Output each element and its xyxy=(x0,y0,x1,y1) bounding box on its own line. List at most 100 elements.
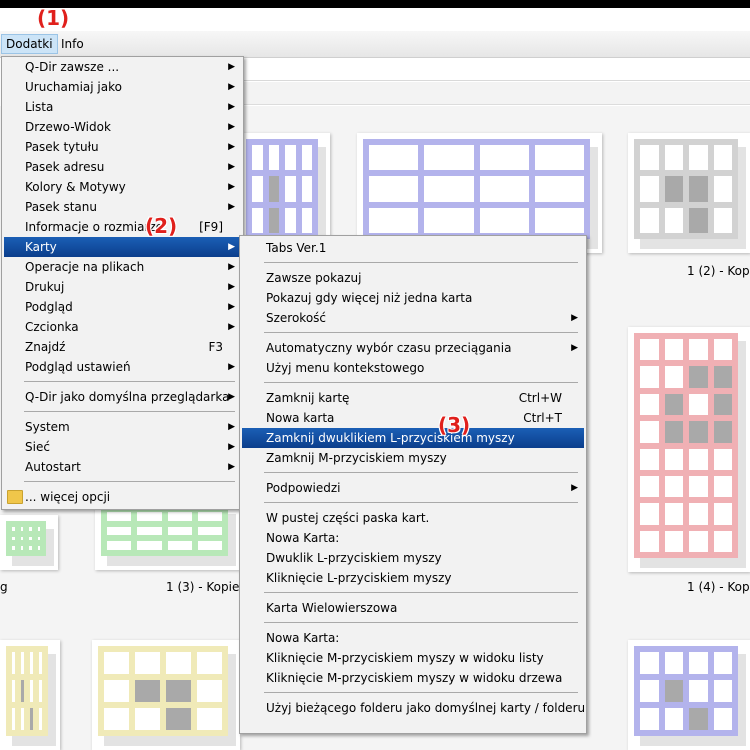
menu-item-label: Q-Dir jako domyślna przeglądarka xyxy=(25,390,230,404)
menu-item[interactable]: Uruchamiaj jako ▶ xyxy=(4,77,241,97)
menu-separator xyxy=(24,381,235,382)
menu-item[interactable]: Użyj bieżącego folderu jako domyślnej ka… xyxy=(242,698,585,718)
submenu-arrow-icon: ▶ xyxy=(228,392,235,402)
menu-item[interactable]: Pasek stanu ▶ xyxy=(4,197,241,217)
thumbnail[interactable] xyxy=(628,133,750,253)
menu-item[interactable]: W pustej części paska kart. xyxy=(242,508,584,528)
menu-item-shortcut: F3 xyxy=(208,340,223,354)
menu-item[interactable]: Pokazuj gdy więcej niż jedna karta xyxy=(242,288,584,308)
menu-item[interactable]: Kliknięcie M-przyciskiem myszy w widoku … xyxy=(242,648,584,668)
menu-separator xyxy=(24,411,235,412)
menu-item-label: Kliknięcie L-przyciskiem myszy xyxy=(266,571,452,585)
menu-item-label: Q-Dir zawsze ... xyxy=(25,60,120,74)
submenu-arrow-icon: ▶ xyxy=(228,442,235,452)
menu-item[interactable]: Karty ▶ xyxy=(4,237,241,257)
menu-item[interactable]: Podgląd ustawień ▶ xyxy=(4,357,241,377)
submenu-arrow-icon: ▶ xyxy=(571,343,578,353)
menu-item[interactable]: Karta Wielowierszowa xyxy=(242,598,584,618)
menu-item-label: Pasek tytułu xyxy=(25,140,99,154)
submenu-arrow-icon: ▶ xyxy=(228,202,235,212)
thumbnail[interactable] xyxy=(95,500,240,570)
menu-item-label: Podpowiedzi xyxy=(266,481,341,495)
menu-item-label: Nowa Karta: xyxy=(266,531,340,545)
menu-item[interactable]: Drzewo-Widok ▶ xyxy=(4,117,241,137)
submenu-arrow-icon: ▶ xyxy=(228,362,235,372)
menu-item[interactable]: Zawsze pokazuj xyxy=(242,268,584,288)
submenu-arrow-icon: ▶ xyxy=(228,322,235,332)
menu-item-label: Karty xyxy=(25,240,57,254)
menu-item[interactable]: Znajdź F3 xyxy=(4,337,241,357)
menu-separator xyxy=(264,692,578,693)
submenu-arrow-icon: ▶ xyxy=(228,262,235,272)
menu-item[interactable]: Nowa karta Ctrl+T xyxy=(242,408,584,428)
karty-submenu: Tabs Ver.1 Zawsze pokazuj Pokazuj gdy więc… xyxy=(239,235,587,734)
menu-item[interactable]: Q-Dir zawsze ... ▶ xyxy=(4,57,241,77)
menu-item[interactable]: Autostart ▶ xyxy=(4,457,241,477)
thumbnail-caption: 1 (2) - Kopie xyxy=(687,264,750,278)
menu-item[interactable]: Nowa Karta: xyxy=(242,628,584,648)
folder-icon xyxy=(7,490,23,504)
menu-item[interactable]: Podpowiedzi ▶ xyxy=(242,478,584,498)
menu-item-label: Czcionka xyxy=(25,320,79,334)
submenu-arrow-icon: ▶ xyxy=(228,62,235,72)
menu-item-shortcut: Ctrl+T xyxy=(523,411,562,425)
menu-item-label: Drukuj xyxy=(25,280,65,294)
menu-item[interactable]: Podgląd ▶ xyxy=(4,297,241,317)
menu-item-label: Pasek adresu xyxy=(25,160,105,174)
menu-item-label: Zamknij kartę xyxy=(266,391,350,405)
menu-item[interactable]: Operacje na plikach ▶ xyxy=(4,257,241,277)
submenu-arrow-icon: ▶ xyxy=(228,422,235,432)
menu-separator xyxy=(264,332,578,333)
menu-item-label: ... więcej opcji xyxy=(25,490,111,504)
thumbnail[interactable] xyxy=(92,640,240,750)
menu-item[interactable]: Zamknij M-przyciskiem myszy xyxy=(242,448,584,468)
menu-bar: Dodatki Info xyxy=(0,31,750,58)
thumbnail[interactable] xyxy=(628,327,750,572)
menu-item[interactable]: Kliknięcie L-przyciskiem myszy xyxy=(242,568,584,588)
menu-item[interactable]: Użyj menu kontekstowego xyxy=(242,358,584,378)
menu-separator xyxy=(264,472,578,473)
menu-item[interactable]: ... więcej opcji xyxy=(4,487,241,507)
menu-item[interactable]: Kliknięcie M-przyciskiem myszy w widoku … xyxy=(242,668,584,688)
submenu-arrow-icon: ▶ xyxy=(228,302,235,312)
menu-item[interactable]: Informacje o rozmiarze [F9] xyxy=(4,217,241,237)
address-bar[interactable] xyxy=(240,58,750,81)
menu-item-label: Zawsze pokazuj xyxy=(266,271,362,285)
thumbnail[interactable] xyxy=(628,640,750,750)
menu-item-label: System xyxy=(25,420,70,434)
submenu-arrow-icon: ▶ xyxy=(228,102,235,112)
menu-item[interactable]: Zamknij dwuklikiem L-przyciskiem myszy xyxy=(242,428,584,448)
menu-item[interactable]: Nowa Karta: xyxy=(242,528,584,548)
menu-dodatki[interactable]: Dodatki xyxy=(1,34,58,54)
menu-item-label: W pustej części paska kart. xyxy=(266,511,430,525)
menu-item-label: Operacje na plikach xyxy=(25,260,145,274)
submenu-arrow-icon: ▶ xyxy=(228,82,235,92)
menu-item-label: Nowa Karta: xyxy=(266,631,340,645)
menu-item[interactable]: Pasek tytułu ▶ xyxy=(4,137,241,157)
menu-item-label: Uruchamiaj jako xyxy=(25,80,122,94)
menu-item[interactable]: Lista ▶ xyxy=(4,97,241,117)
menu-item[interactable]: Automatyczny wybór czasu przeciągania ▶ xyxy=(242,338,584,358)
menu-item[interactable]: Kolory & Motywy ▶ xyxy=(4,177,241,197)
submenu-arrow-icon: ▶ xyxy=(228,242,235,252)
menu-item[interactable]: Zamknij kartę Ctrl+W xyxy=(242,388,584,408)
menu-item-label: Nowa karta xyxy=(266,411,335,425)
menu-item-label: Informacje o rozmiarze xyxy=(25,220,164,234)
thumbnail[interactable] xyxy=(0,640,60,750)
thumbnail[interactable] xyxy=(0,515,58,570)
menu-item-shortcut: Ctrl+W xyxy=(518,391,562,405)
submenu-arrow-icon: ▶ xyxy=(228,462,235,472)
menu-item-label: Dwuklik L-przyciskiem myszy xyxy=(266,551,442,565)
menu-item-label: Podgląd xyxy=(25,300,73,314)
thumbnail-caption: 1 (4) - Kopie xyxy=(687,580,750,594)
menu-item[interactable]: Pasek adresu ▶ xyxy=(4,157,241,177)
menu-item[interactable]: Drukuj ▶ xyxy=(4,277,241,297)
menu-item[interactable]: Czcionka ▶ xyxy=(4,317,241,337)
menu-item[interactable]: Dwuklik L-przyciskiem myszy xyxy=(242,548,584,568)
menu-item[interactable]: Sieć ▶ xyxy=(4,437,241,457)
menu-item[interactable]: Szerokość ▶ xyxy=(242,308,584,328)
menu-item[interactable]: Q-Dir jako domyślna przeglądarka ▶ xyxy=(4,387,241,407)
menu-info[interactable]: Info xyxy=(57,35,88,53)
menu-item[interactable]: System ▶ xyxy=(4,417,241,437)
menu-item[interactable]: Tabs Ver.1 xyxy=(242,238,584,258)
